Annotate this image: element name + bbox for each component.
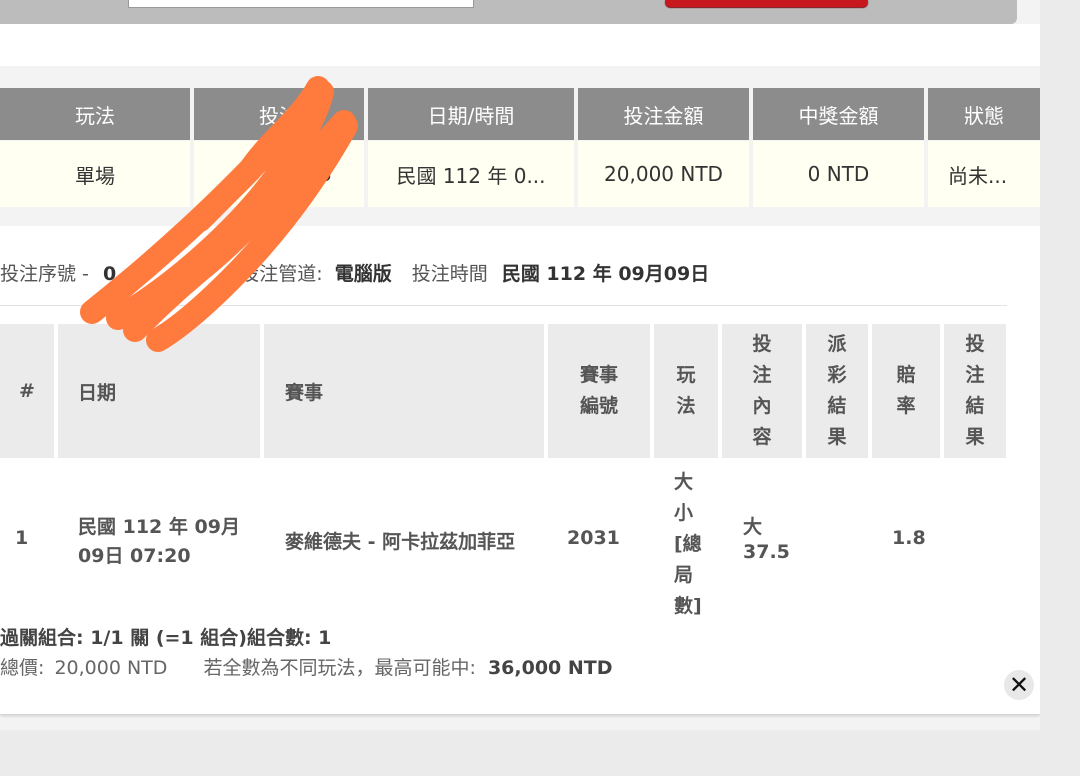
cell-bet-amount: 20,000 NTD xyxy=(578,141,749,207)
row-match: 麥維德夫 - 阿卡拉茲加菲亞 xyxy=(285,531,516,553)
header-status: 狀態 xyxy=(928,88,1040,140)
white-band xyxy=(0,24,1040,66)
right-gutter xyxy=(1040,0,1080,776)
row-match-no: 2031 xyxy=(567,527,620,549)
parlay-summary: 過關組合: 1/1 關 (=1 組合)組合數: 1 xyxy=(0,627,332,649)
cell-datetime: 民國 112 年 0... xyxy=(368,141,574,207)
header-bet-id: 投注 xyxy=(194,88,364,140)
max-win-label: 若全數為不同玩法，最高可能中: xyxy=(203,657,476,679)
header-datetime: 日期/時間 xyxy=(368,88,574,140)
col-header-num: # xyxy=(0,324,54,458)
cell-bet-id: 25 xyxy=(194,141,364,207)
cell-play-type: 單場 xyxy=(0,141,190,207)
col-header-play: 玩法 xyxy=(654,324,718,458)
col-header-payout-result: 派彩結果 xyxy=(806,324,868,458)
header-play-type: 玩法 xyxy=(0,88,190,140)
row-num: 1 xyxy=(15,527,29,549)
time-label: 投注時間 xyxy=(411,263,488,285)
max-win-value: 36,000 NTD xyxy=(487,657,613,679)
row-date-line2: 09日 07:20 xyxy=(78,545,191,567)
top-filter-bar xyxy=(0,0,1017,24)
col-header-bet-result: 投注結果 xyxy=(944,324,1006,458)
col-header-odds: 賠率 xyxy=(872,324,940,458)
total-value: 20,000 NTD xyxy=(54,657,168,679)
row-bet-line2: 37.5 xyxy=(743,541,790,563)
bet-summary-row[interactable]: 玩法 投注 日期/時間 投注金額 中獎金額 狀態 單場 25 民國 112 年 … xyxy=(0,88,1040,208)
search-button[interactable] xyxy=(665,0,868,7)
divider xyxy=(0,305,1007,306)
cell-win-amount: 0 NTD xyxy=(753,141,924,207)
col-header-date: 日期 xyxy=(58,324,260,458)
total-label: 總價: xyxy=(0,657,45,679)
row-play: 大 小 [總 局 數] xyxy=(674,471,702,617)
col-header-match: 賽事 xyxy=(264,324,544,458)
col-header-match-no: 賽事編號 xyxy=(548,324,650,458)
total-summary: 總價: 20,000 NTD 若全數為不同玩法，最高可能中: 36,000 NT… xyxy=(0,653,613,680)
serial-value: 0 xyxy=(102,263,117,285)
header-bet-amount: 投注金額 xyxy=(578,88,749,140)
col-header-bet-content: 投注內容 xyxy=(722,324,802,458)
time-value: 民國 112 年 09月09日 xyxy=(501,263,710,285)
search-input[interactable] xyxy=(128,0,474,8)
row-date-line1: 民國 112 年 09月 xyxy=(78,516,240,538)
page-background: 玩法 投注 日期/時間 投注金額 中獎金額 狀態 單場 25 民國 112 年 … xyxy=(0,0,1040,730)
channel-label: 投注管道: xyxy=(240,263,323,285)
row-bet-line1: 大 xyxy=(743,516,763,538)
bet-detail-panel: 投注序號 - 0 投注管道: 電腦版 投注時間 民國 112 年 09月 09日 … xyxy=(0,226,1040,714)
header-win-amount: 中獎金額 xyxy=(753,88,924,140)
serial-label: 投注序號 - xyxy=(0,263,89,285)
cell-status: 尚未... xyxy=(928,141,1040,207)
channel-value: 電腦版 xyxy=(334,263,392,285)
bet-info-line: 投注序號 - 0 投注管道: 電腦版 投注時間 民國 112 年 09月09日 xyxy=(0,259,709,286)
row-odds: 1.8 xyxy=(892,527,926,549)
close-icon[interactable]: ✕ xyxy=(1004,670,1034,700)
